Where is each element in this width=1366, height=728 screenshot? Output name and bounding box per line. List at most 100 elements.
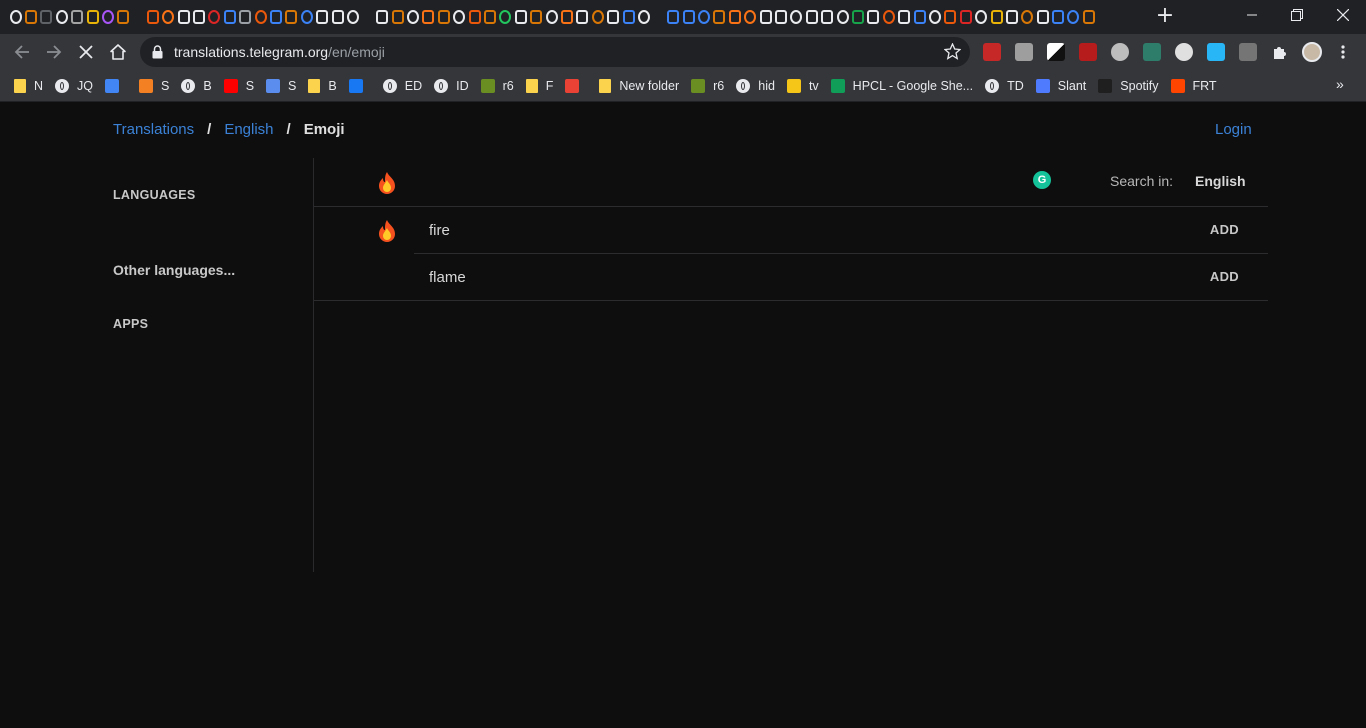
browser-tab[interactable] — [927, 0, 942, 34]
fire-emoji-icon[interactable] — [374, 170, 400, 196]
browser-tab[interactable] — [482, 0, 497, 34]
bookmark-item[interactable]: ED — [382, 78, 422, 93]
browser-tab[interactable] — [1004, 0, 1019, 34]
bookmark-item[interactable]: JQ — [55, 78, 93, 93]
bookmark-item[interactable]: Slant — [1035, 78, 1086, 93]
browser-tab[interactable] — [207, 0, 222, 34]
search-language-select[interactable]: English — [1195, 173, 1246, 189]
browser-tab[interactable] — [912, 0, 927, 34]
browser-tab[interactable] — [467, 0, 482, 34]
browser-tab[interactable] — [559, 0, 574, 34]
browser-tab[interactable] — [621, 0, 636, 34]
browser-tab[interactable] — [866, 0, 881, 34]
browser-tab[interactable] — [590, 0, 605, 34]
bookmark-item[interactable]: HPCL - Google She... — [830, 78, 973, 93]
browser-tab[interactable] — [54, 0, 69, 34]
ublock-icon[interactable] — [1079, 43, 1097, 61]
browser-tab[interactable] — [39, 0, 54, 34]
browser-tab[interactable] — [835, 0, 850, 34]
bookmarks-overflow-button[interactable]: » — [1336, 76, 1344, 92]
back-button[interactable] — [9, 39, 35, 65]
bookmark-item[interactable] — [565, 78, 587, 93]
bookmark-item[interactable]: S — [139, 78, 169, 93]
bookmark-item[interactable] — [105, 78, 127, 93]
browser-tab[interactable] — [820, 0, 835, 34]
address-bar[interactable]: translations.telegram.org/en/emoji — [140, 37, 970, 67]
browser-tab[interactable] — [789, 0, 804, 34]
browser-tab[interactable] — [8, 0, 23, 34]
forward-button[interactable] — [41, 39, 67, 65]
menu-icon[interactable] — [1336, 44, 1350, 60]
browser-tab[interactable] — [222, 0, 237, 34]
bookmark-item[interactable]: FRT — [1170, 78, 1217, 93]
browser-tab[interactable] — [176, 0, 191, 34]
grammarly-icon[interactable]: G — [1033, 171, 1051, 189]
avatar[interactable] — [1302, 42, 1322, 62]
browser-tab[interactable] — [513, 0, 528, 34]
add-keyword-button[interactable]: ADD — [1210, 222, 1239, 237]
bookmark-item[interactable]: F — [525, 78, 553, 93]
browser-tab[interactable] — [973, 0, 988, 34]
browser-tab[interactable] — [896, 0, 911, 34]
browser-tab[interactable] — [758, 0, 773, 34]
browser-tab[interactable] — [943, 0, 958, 34]
browser-tab[interactable] — [268, 0, 283, 34]
bookmark-item[interactable]: TD — [985, 78, 1024, 93]
extension-icon[interactable] — [1143, 43, 1161, 61]
browser-tab[interactable] — [421, 0, 436, 34]
bookmark-item[interactable]: B — [181, 78, 212, 93]
browser-tab[interactable] — [237, 0, 252, 34]
browser-tab[interactable] — [1050, 0, 1065, 34]
restore-button[interactable] — [1274, 0, 1320, 30]
bookmark-item[interactable]: B — [308, 78, 337, 93]
bookmark-item[interactable]: ID — [434, 78, 469, 93]
browser-tab[interactable] — [544, 0, 559, 34]
browser-tab[interactable] — [345, 0, 360, 34]
browser-tab[interactable] — [881, 0, 896, 34]
browser-tab[interactable] — [804, 0, 819, 34]
extension-icon[interactable] — [1239, 43, 1257, 61]
browser-tab[interactable] — [330, 0, 345, 34]
bookmark-item[interactable] — [348, 78, 371, 93]
browser-tab[interactable] — [1066, 0, 1081, 34]
browser-tab[interactable] — [85, 0, 100, 34]
login-link[interactable]: Login — [1215, 121, 1252, 138]
extension-icon[interactable] — [1207, 43, 1225, 61]
browser-tab[interactable] — [145, 0, 160, 34]
browser-tab[interactable] — [284, 0, 299, 34]
puzzle-icon[interactable] — [1271, 43, 1289, 61]
bookmark-item[interactable]: hid — [736, 78, 775, 93]
close-window-button[interactable] — [1320, 0, 1366, 30]
home-button[interactable] — [105, 39, 131, 65]
browser-tab[interactable] — [1020, 0, 1035, 34]
bookmark-item[interactable]: S — [223, 78, 254, 93]
browser-tab[interactable] — [405, 0, 420, 34]
browser-tab[interactable] — [727, 0, 742, 34]
stop-loading-button[interactable] — [73, 39, 99, 65]
browser-tab[interactable] — [116, 0, 131, 34]
browser-tab[interactable] — [1081, 0, 1096, 34]
bookmark-item[interactable]: New folder — [599, 78, 679, 93]
bookmark-item[interactable]: r6 — [480, 78, 514, 93]
add-keyword-button[interactable]: ADD — [1210, 269, 1239, 284]
browser-tab[interactable] — [1035, 0, 1050, 34]
browser-tab[interactable] — [299, 0, 314, 34]
browser-tab[interactable] — [575, 0, 590, 34]
browser-tab[interactable] — [498, 0, 513, 34]
new-tab-button[interactable]: + — [1154, 5, 1176, 28]
minimize-button[interactable] — [1229, 0, 1275, 30]
browser-tab[interactable] — [773, 0, 788, 34]
browser-tab[interactable] — [161, 0, 176, 34]
bookmark-item[interactable]: S — [266, 78, 296, 93]
browser-tab[interactable] — [23, 0, 38, 34]
browser-tab[interactable] — [390, 0, 405, 34]
bookmark-star-icon[interactable] — [944, 43, 961, 60]
browser-tab[interactable] — [681, 0, 696, 34]
browser-tab[interactable] — [70, 0, 85, 34]
extension-icon[interactable] — [1015, 43, 1033, 61]
breadcrumb-english-link[interactable]: English — [224, 121, 273, 138]
browser-tab[interactable] — [989, 0, 1004, 34]
browser-tab[interactable] — [436, 0, 451, 34]
browser-tab[interactable] — [850, 0, 865, 34]
browser-tab[interactable] — [958, 0, 973, 34]
